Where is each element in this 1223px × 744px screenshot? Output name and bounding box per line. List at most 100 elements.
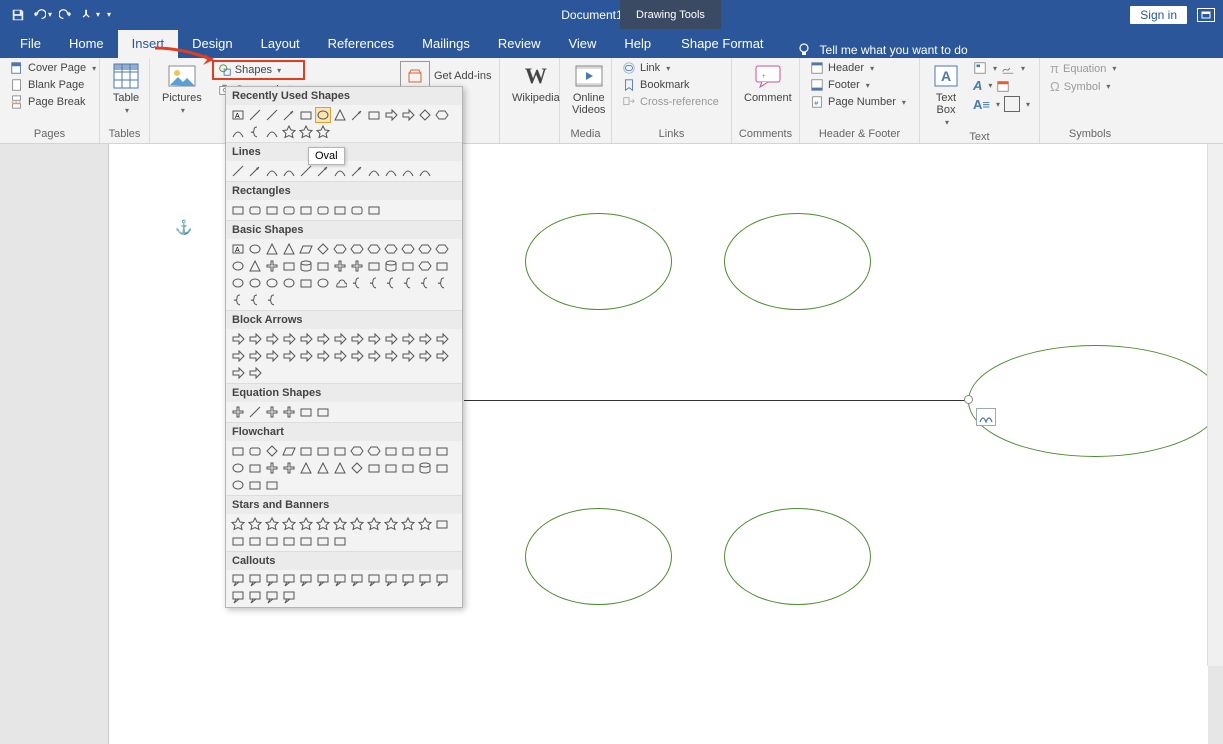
shape-option[interactable]	[247, 404, 263, 420]
shape-option[interactable]	[434, 107, 450, 123]
link-button[interactable]: Link▾	[618, 60, 723, 76]
shape-option[interactable]	[400, 516, 416, 532]
vertical-scrollbar[interactable]	[1207, 144, 1223, 666]
signature-line-button[interactable]: ▾	[1000, 60, 1026, 76]
shape-option[interactable]	[434, 348, 450, 364]
shape-option[interactable]	[315, 163, 331, 179]
shape-option[interactable]	[366, 107, 382, 123]
shape-option[interactable]	[315, 202, 331, 218]
blank-page-button[interactable]: Blank Page	[6, 77, 100, 93]
shape-option[interactable]	[332, 107, 348, 123]
shape-option[interactable]	[400, 460, 416, 476]
tab-view[interactable]: View	[554, 30, 610, 58]
shape-option[interactable]	[383, 275, 399, 291]
shape-option[interactable]	[417, 572, 433, 588]
shape-option[interactable]	[298, 241, 314, 257]
shape-option[interactable]	[400, 107, 416, 123]
shape-option[interactable]	[434, 572, 450, 588]
shape-option[interactable]	[230, 572, 246, 588]
shape-option[interactable]	[298, 107, 314, 123]
shape-option[interactable]	[264, 477, 280, 493]
shape-option[interactable]	[366, 241, 382, 257]
shape-option[interactable]	[298, 443, 314, 459]
shape-option[interactable]	[332, 163, 348, 179]
comment-button[interactable]: + Comment	[738, 60, 798, 106]
shape-option[interactable]	[264, 163, 280, 179]
shape-option[interactable]	[332, 275, 348, 291]
shape-option[interactable]	[417, 516, 433, 532]
shape-option[interactable]	[281, 589, 297, 605]
shape-option[interactable]	[247, 292, 263, 308]
shape-option[interactable]	[383, 331, 399, 347]
shape-option[interactable]	[264, 516, 280, 532]
shape-option[interactable]	[230, 460, 246, 476]
shape-option[interactable]	[366, 516, 382, 532]
shape-option[interactable]	[230, 477, 246, 493]
shapes-button[interactable]: Shapes▾	[212, 60, 306, 80]
shape-option[interactable]	[417, 107, 433, 123]
shape-option[interactable]	[332, 572, 348, 588]
tab-layout[interactable]: Layout	[247, 30, 314, 58]
shape-option[interactable]	[230, 163, 246, 179]
shape-option[interactable]	[332, 516, 348, 532]
shape-option[interactable]	[400, 572, 416, 588]
shape-line[interactable]	[464, 400, 970, 401]
shape-option[interactable]	[298, 124, 314, 140]
shape-option[interactable]	[247, 533, 263, 549]
shape-option[interactable]	[230, 404, 246, 420]
shape-option[interactable]	[349, 516, 365, 532]
shape-option[interactable]: A	[230, 107, 246, 123]
shape-option[interactable]	[298, 572, 314, 588]
shape-option[interactable]	[383, 258, 399, 274]
shape-oval-3[interactable]	[525, 508, 672, 605]
shape-option[interactable]	[349, 241, 365, 257]
layout-options-button[interactable]	[976, 408, 996, 426]
shape-option[interactable]	[230, 258, 246, 274]
undo-button[interactable]: ▾	[32, 5, 52, 25]
shape-oval-4[interactable]	[724, 508, 871, 605]
shape-option[interactable]	[264, 589, 280, 605]
shape-option[interactable]	[264, 460, 280, 476]
shape-option[interactable]	[349, 348, 365, 364]
shape-option[interactable]	[298, 516, 314, 532]
shape-option[interactable]	[247, 477, 263, 493]
shape-option[interactable]	[366, 443, 382, 459]
tab-insert[interactable]: Insert	[118, 30, 179, 58]
shape-option[interactable]	[281, 516, 297, 532]
shape-option[interactable]	[417, 163, 433, 179]
cross-reference-button[interactable]: Cross-reference	[618, 94, 723, 110]
selection-handle[interactable]	[964, 395, 973, 404]
shape-option[interactable]	[281, 107, 297, 123]
shape-option[interactable]	[298, 202, 314, 218]
shape-option[interactable]	[247, 241, 263, 257]
shape-option[interactable]	[230, 331, 246, 347]
shape-option[interactable]	[247, 516, 263, 532]
shape-option[interactable]	[298, 163, 314, 179]
shape-option[interactable]	[366, 202, 382, 218]
shape-option[interactable]	[315, 258, 331, 274]
shape-option[interactable]	[230, 589, 246, 605]
shape-option[interactable]	[230, 348, 246, 364]
shape-option[interactable]	[417, 460, 433, 476]
shape-option[interactable]	[281, 460, 297, 476]
shape-option[interactable]	[315, 572, 331, 588]
shape-option[interactable]: A	[230, 241, 246, 257]
shape-option[interactable]	[247, 275, 263, 291]
shape-option[interactable]	[247, 572, 263, 588]
shape-option[interactable]	[315, 443, 331, 459]
shape-option[interactable]	[349, 331, 365, 347]
wordart-button[interactable]: A▾	[972, 77, 993, 94]
shape-option[interactable]	[332, 202, 348, 218]
ribbon-display-options-button[interactable]	[1197, 8, 1215, 22]
shape-option[interactable]	[366, 331, 382, 347]
shape-option[interactable]	[264, 275, 280, 291]
shape-option[interactable]	[332, 258, 348, 274]
shape-option[interactable]	[400, 348, 416, 364]
shape-option[interactable]	[264, 124, 280, 140]
shape-option[interactable]	[434, 241, 450, 257]
text-box-button[interactable]: A Text Box▾	[926, 60, 966, 129]
shape-option[interactable]	[230, 516, 246, 532]
shape-oval-1[interactable]	[525, 213, 672, 310]
shape-option[interactable]	[315, 348, 331, 364]
shape-option[interactable]	[264, 533, 280, 549]
